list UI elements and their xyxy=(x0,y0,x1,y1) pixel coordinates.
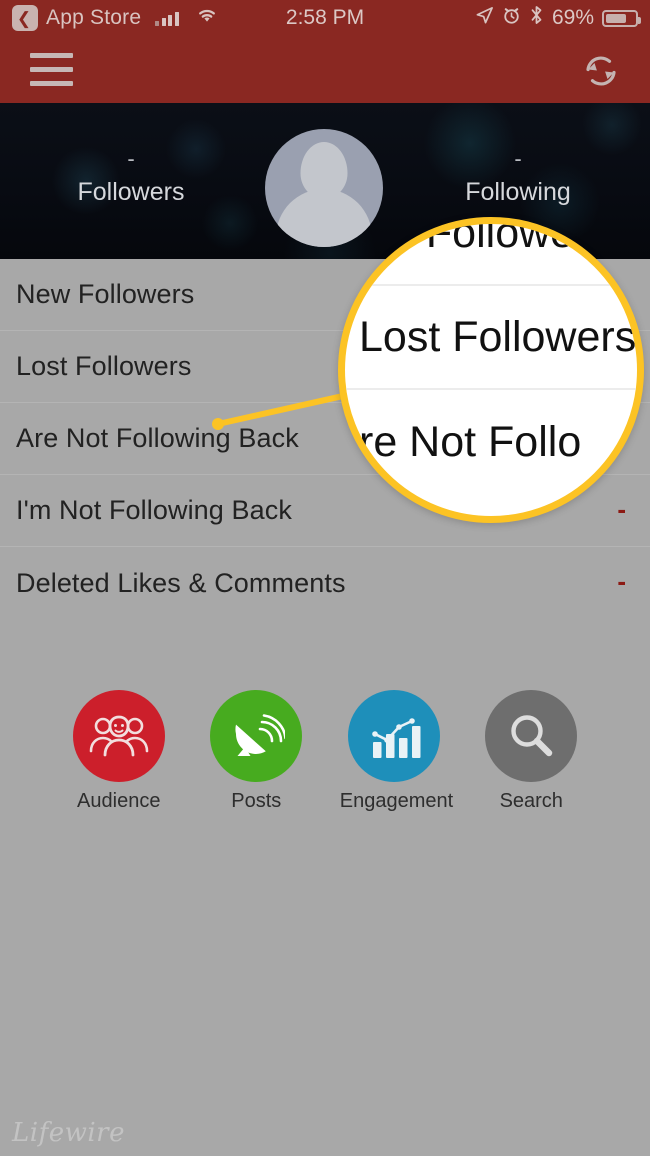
people-group-icon xyxy=(72,690,165,782)
refresh-sync-icon[interactable] xyxy=(579,49,623,93)
lifewire-watermark: Lifewire xyxy=(12,1118,125,1148)
app-nav-bar xyxy=(0,36,650,103)
magnifier-callout: ew Followe Lost Followers re Not Follo xyxy=(338,217,644,523)
alarm-clock-icon xyxy=(502,6,521,31)
location-arrow-icon xyxy=(475,6,494,31)
bar-chart-icon xyxy=(347,690,440,782)
satellite-dish-icon xyxy=(210,690,303,782)
status-bar: ❮ App Store 2:58 PM 69% xyxy=(0,0,650,36)
status-bar-left: ❮ App Store xyxy=(12,5,219,31)
list-item-deleted-likes-comments[interactable]: Deleted Likes & Comments - xyxy=(0,547,650,619)
status-bar-right: 69% xyxy=(475,5,641,31)
wifi-icon xyxy=(195,6,219,30)
tab-search[interactable]: Search xyxy=(477,690,585,813)
carrier-label: App Store xyxy=(46,6,142,29)
magnified-row-lost-followers: Lost Followers xyxy=(345,286,637,390)
bottom-tab-bar: Audience Posts Engagement Search xyxy=(0,690,650,813)
magnifier-icon xyxy=(485,690,578,782)
back-chevron-icon[interactable]: ❮ xyxy=(12,5,38,31)
tab-label: Search xyxy=(499,790,563,812)
battery-percent-label: 69% xyxy=(551,6,594,29)
signal-bars-icon xyxy=(155,11,179,26)
battery-icon xyxy=(602,9,641,27)
magnified-row-new-followers: ew Followe xyxy=(345,224,637,286)
tab-label: Posts xyxy=(231,790,282,812)
stat-followers[interactable]: - Followers xyxy=(31,146,231,212)
tab-posts[interactable]: Posts xyxy=(202,690,310,813)
following-label: Following xyxy=(465,178,571,206)
following-count: - xyxy=(514,146,522,171)
tab-engagement[interactable]: Engagement xyxy=(339,690,454,813)
magnified-row-are-not-following-back: re Not Follo xyxy=(359,417,582,466)
bluetooth-icon xyxy=(529,5,544,31)
tab-label: Audience xyxy=(77,790,161,812)
stat-following[interactable]: - Following xyxy=(418,146,618,212)
list-item-count: - xyxy=(617,493,626,524)
tab-label: Engagement xyxy=(339,790,454,812)
phone-screen: ❮ App Store 2:58 PM 69% - Followers - Fo… xyxy=(0,0,650,1156)
hamburger-menu-icon[interactable] xyxy=(30,53,73,86)
followers-count: - xyxy=(127,146,135,171)
tab-audience[interactable]: Audience xyxy=(65,690,173,813)
list-item-label: Deleted Likes & Comments xyxy=(16,567,346,598)
list-item-count: - xyxy=(617,566,626,596)
followers-label: Followers xyxy=(77,178,185,206)
